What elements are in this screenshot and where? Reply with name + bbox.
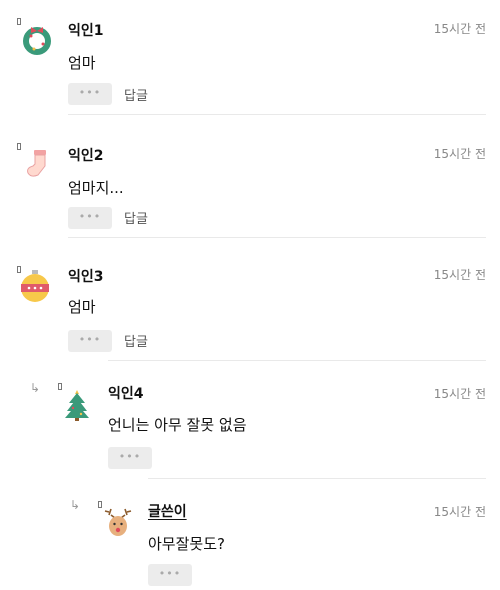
comment-author[interactable]: 익인1 xyxy=(68,20,104,40)
ornament-icon xyxy=(21,270,49,302)
comment-time: 15시간 전 xyxy=(433,268,486,282)
comment-time: 15시간 전 xyxy=(433,22,486,36)
comment-time: 15시간 전 xyxy=(433,505,486,519)
comment-text: 엄마 xyxy=(68,298,96,316)
reply-button[interactable]: 답글 xyxy=(124,85,148,104)
comment-1: 익인1 15시간 전 엄마 ••• 답글 xyxy=(0,0,500,115)
comment-4: ↳ 익인4 15시간 전 언니는 아무 잘못 없음 ••• xyxy=(0,361,500,479)
reply-button[interactable]: 답글 xyxy=(124,331,148,350)
comment-author[interactable]: 익인3 xyxy=(68,266,104,286)
more-options-button[interactable]: ••• xyxy=(108,447,152,469)
comment-text: 엄마 xyxy=(68,54,96,72)
more-options-button[interactable]: ••• xyxy=(148,564,192,586)
comment-2: 익인2 15시간 전 엄마지... ••• 답글 xyxy=(0,115,500,238)
reply-button[interactable]: 답글 xyxy=(124,208,148,227)
wreath-icon xyxy=(23,27,51,55)
more-options-button[interactable]: ••• xyxy=(68,207,112,229)
reply-arrow-icon: ↳ xyxy=(70,498,81,512)
comment-text: 엄마지... xyxy=(68,179,124,197)
more-options-button[interactable]: ••• xyxy=(68,330,112,352)
comment-author[interactable]: 익인2 xyxy=(68,145,104,165)
comment-time: 15시간 전 xyxy=(433,387,486,401)
comment-text: 언니는 아무 잘못 없음 xyxy=(108,416,247,434)
more-options-button[interactable]: ••• xyxy=(68,83,112,105)
comment-author[interactable]: 글쓴이 xyxy=(148,501,187,521)
stocking-icon xyxy=(27,150,46,177)
reindeer-icon xyxy=(104,508,132,536)
comment-author[interactable]: 익인4 xyxy=(108,383,144,403)
comment-3: 익인3 15시간 전 엄마 ••• 답글 xyxy=(0,238,500,361)
comment-time: 15시간 전 xyxy=(433,147,486,161)
reply-arrow-icon: ↳ xyxy=(30,381,41,395)
comment-text: 아무잘못도? xyxy=(148,535,225,553)
comment-5: ↳ 글쓴이 15시간 전 아무잘못도? ••• xyxy=(0,479,500,590)
christmas-tree-icon xyxy=(65,390,89,421)
